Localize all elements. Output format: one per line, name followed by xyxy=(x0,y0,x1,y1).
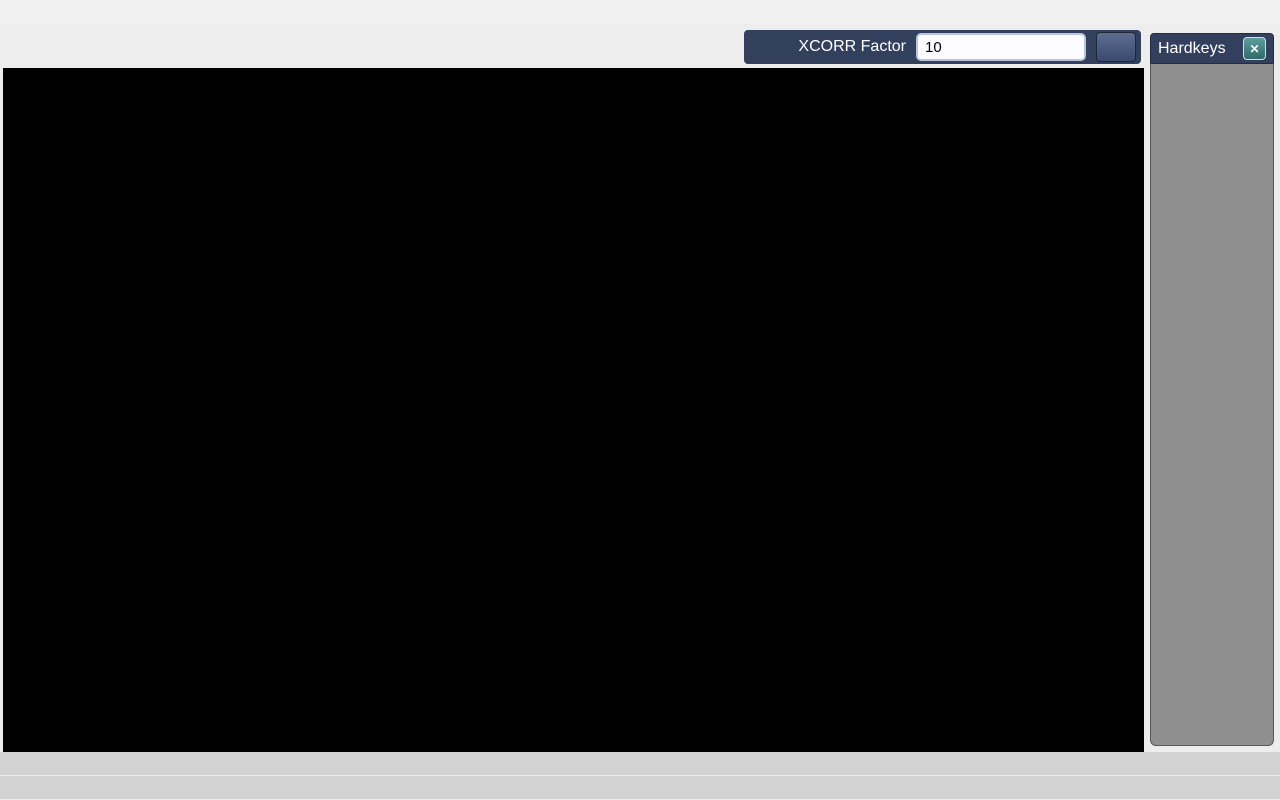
app-window: XCORR Factor 10 Hardkeys ✕ xyxy=(0,0,1280,800)
xcorr-factor-label: XCORR Factor xyxy=(798,38,906,56)
xcorr-bar: XCORR Factor 10 xyxy=(744,30,1141,64)
close-icon[interactable]: ✕ xyxy=(1243,37,1266,60)
keypad-button[interactable] xyxy=(1096,32,1136,62)
xcorr-factor-value: 10 xyxy=(925,39,942,56)
hardkeys-title: Hardkeys xyxy=(1158,40,1226,58)
menubar xyxy=(0,0,1280,24)
hardkeys-header: Hardkeys ✕ xyxy=(1150,33,1274,64)
status-bar-top xyxy=(0,752,1280,775)
display-area xyxy=(3,68,1144,752)
xcorr-factor-input[interactable]: 10 xyxy=(916,33,1086,61)
status-bar-bottom xyxy=(0,776,1280,799)
hardkeys-panel xyxy=(1150,64,1274,746)
